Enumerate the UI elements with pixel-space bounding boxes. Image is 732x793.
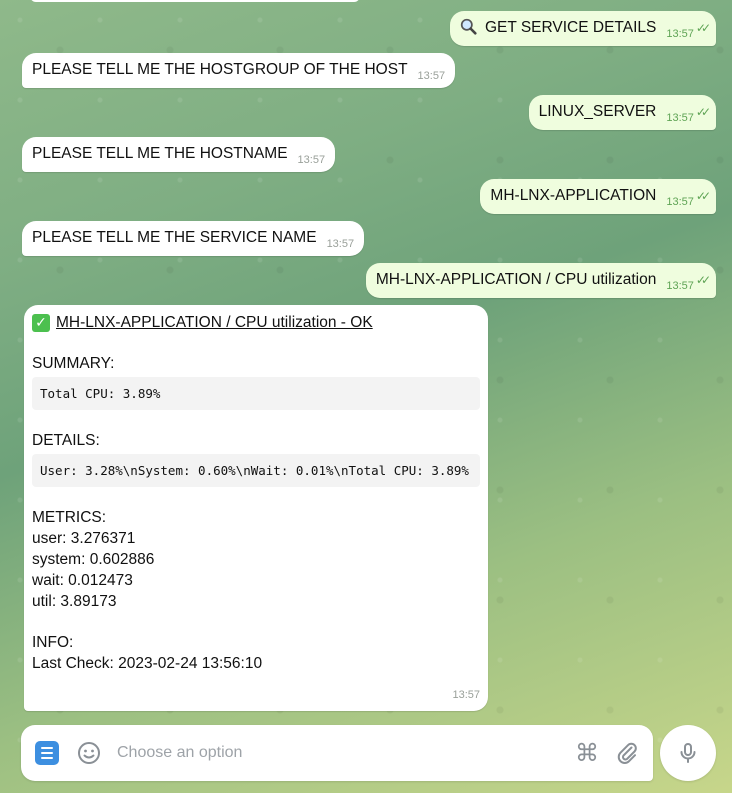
card-header: ✓ MH-LNX-APPLICATION / CPU utilization -… xyxy=(32,312,480,333)
last-check: Last Check: 2023-02-24 13:56:10 xyxy=(32,655,263,672)
message-text: GET SERVICE DETAILS xyxy=(484,19,657,36)
metric-line: util: 3.89173 xyxy=(32,593,117,610)
read-ticks-icon: ✓✓ xyxy=(695,189,711,203)
summary-code-block[interactable]: Total CPU: 3.89% xyxy=(32,377,480,410)
previous-message-stub xyxy=(30,0,360,2)
message-outgoing[interactable]: LINUX_SERVER 13:57 ✓✓ xyxy=(528,95,716,130)
message-time: 13:57 xyxy=(666,196,694,208)
message-text: PLEASE TELL ME THE SERVICE NAME xyxy=(32,229,317,246)
microphone-button[interactable] xyxy=(660,725,716,781)
magnifier-icon xyxy=(460,18,485,36)
details-label: DETAILS: xyxy=(32,432,100,449)
message-composer: Choose an option ⌘ xyxy=(21,725,653,781)
message-incoming[interactable]: PLEASE TELL ME THE SERVICE NAME 13:57 xyxy=(22,221,365,256)
metric-line: user: 3.276371 xyxy=(32,530,136,547)
menu-icon[interactable] xyxy=(35,741,59,765)
message-text: MH-LNX-APPLICATION / CPU utilization xyxy=(375,271,657,288)
service-title: MH-LNX-APPLICATION / CPU utilization - O… xyxy=(56,314,373,331)
message-incoming[interactable]: PLEASE TELL ME THE HOSTGROUP OF THE HOST… xyxy=(22,53,456,88)
message-time: 13:57 xyxy=(297,154,326,166)
message-text: MH-LNX-APPLICATION xyxy=(490,187,657,204)
metrics-section: METRICS: user: 3.276371 system: 0.602886… xyxy=(32,507,480,612)
summary-section: SUMMARY: Total CPU: 3.89% xyxy=(32,353,480,410)
details-section: DETAILS: User: 3.28%\nSystem: 0.60%\nWai… xyxy=(32,430,480,487)
message-outgoing[interactable]: MH-LNX-APPLICATION / CPU utilization 13:5… xyxy=(365,263,716,298)
message-time: 13:57 xyxy=(666,28,694,40)
bot-commands-icon[interactable]: ⌘ xyxy=(575,739,599,768)
message-time: 13:57 xyxy=(452,689,480,701)
info-section: INFO: Last Check: 2023-02-24 13:56:10 xyxy=(32,632,480,674)
message-text: PLEASE TELL ME THE HOSTGROUP OF THE HOST xyxy=(32,61,408,78)
metric-line: system: 0.602886 xyxy=(32,551,155,568)
emoji-icon[interactable] xyxy=(77,741,101,765)
read-ticks-icon: ✓✓ xyxy=(695,273,711,287)
read-ticks-icon: ✓✓ xyxy=(695,21,711,35)
microphone-icon xyxy=(680,743,696,763)
message-text: LINUX_SERVER xyxy=(538,103,657,120)
message-outgoing[interactable]: MH-LNX-APPLICATION 13:57 ✓✓ xyxy=(480,179,716,214)
attach-icon[interactable] xyxy=(615,741,639,765)
message-outgoing[interactable]: GET SERVICE DETAILS 13:57 ✓✓ xyxy=(449,11,716,46)
message-time: 13:57 xyxy=(666,112,694,124)
read-ticks-icon: ✓✓ xyxy=(695,105,711,119)
service-details-message[interactable]: ✓ MH-LNX-APPLICATION / CPU utilization -… xyxy=(24,305,488,711)
message-time: 13:57 xyxy=(326,238,355,250)
metric-line: wait: 0.012473 xyxy=(32,572,133,589)
message-incoming[interactable]: PLEASE TELL ME THE HOSTNAME 13:57 xyxy=(22,137,336,172)
message-time: 13:57 xyxy=(666,280,694,292)
details-code-block[interactable]: User: 3.28%\nSystem: 0.60%\nWait: 0.01%\… xyxy=(32,454,480,487)
summary-label: SUMMARY: xyxy=(32,355,115,372)
message-time: 13:57 xyxy=(417,70,446,82)
info-label: INFO: xyxy=(32,634,74,651)
message-text: PLEASE TELL ME THE HOSTNAME xyxy=(32,145,288,162)
message-input[interactable]: Choose an option xyxy=(117,744,575,762)
metrics-label: METRICS: xyxy=(32,509,107,526)
check-mark-icon: ✓ xyxy=(32,313,50,332)
